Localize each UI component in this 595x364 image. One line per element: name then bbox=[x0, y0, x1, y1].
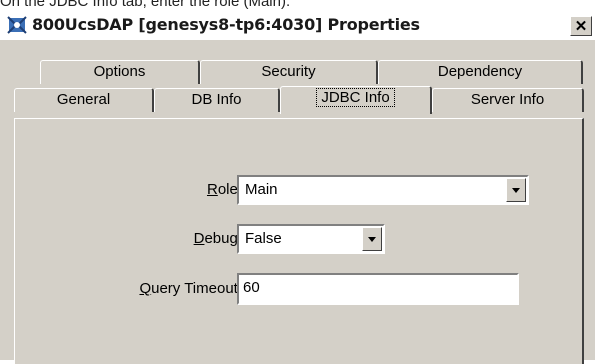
debug-label: Debug: bbox=[193, 230, 242, 247]
tab-label: JDBC Info bbox=[316, 88, 395, 107]
title-bar: 800UcsDAP [genesys8-tp6:4030] Properties… bbox=[0, 10, 595, 40]
tab-label: General bbox=[56, 91, 111, 108]
query-timeout-value: 60 bbox=[243, 279, 260, 296]
debug-select[interactable]: False bbox=[237, 224, 385, 254]
properties-dialog: 800UcsDAP [genesys8-tp6:4030] Properties… bbox=[0, 10, 595, 364]
chevron-down-icon[interactable] bbox=[362, 227, 382, 251]
tab-label: Security bbox=[261, 63, 316, 80]
tab-db-info[interactable]: DB Info bbox=[154, 88, 280, 112]
chevron-down-icon[interactable] bbox=[506, 178, 526, 202]
role-value: Main bbox=[245, 181, 278, 198]
jdbc-info-panel: Role: Main Debug: False Query Timeout: 6… bbox=[14, 118, 584, 364]
tab-server-info[interactable]: Server Info bbox=[432, 88, 584, 112]
query-timeout-input[interactable]: 60 bbox=[237, 273, 519, 305]
tab-label: Dependency bbox=[437, 63, 523, 80]
tab-label: Options bbox=[93, 63, 146, 80]
tab-general[interactable]: General bbox=[14, 88, 154, 112]
role-select[interactable]: Main bbox=[237, 175, 529, 205]
window-title: 800UcsDAP [genesys8-tp6:4030] Properties bbox=[32, 15, 420, 34]
tab-jdbc-info[interactable]: JDBC Info bbox=[280, 86, 432, 114]
application-icon bbox=[7, 16, 27, 34]
caption-text: On the JDBC Info tab, enter the role (Ma… bbox=[0, 0, 291, 9]
query-timeout-label: Query Timeout: bbox=[139, 280, 242, 297]
tab-label: DB Info bbox=[191, 91, 242, 108]
tab-dependency[interactable]: Dependency bbox=[378, 60, 583, 84]
tab-label: Server Info bbox=[470, 91, 545, 108]
tab-options[interactable]: Options bbox=[40, 60, 200, 84]
debug-value: False bbox=[245, 230, 282, 247]
close-button[interactable]: ✕ bbox=[570, 16, 592, 36]
tab-security[interactable]: Security bbox=[200, 60, 378, 84]
